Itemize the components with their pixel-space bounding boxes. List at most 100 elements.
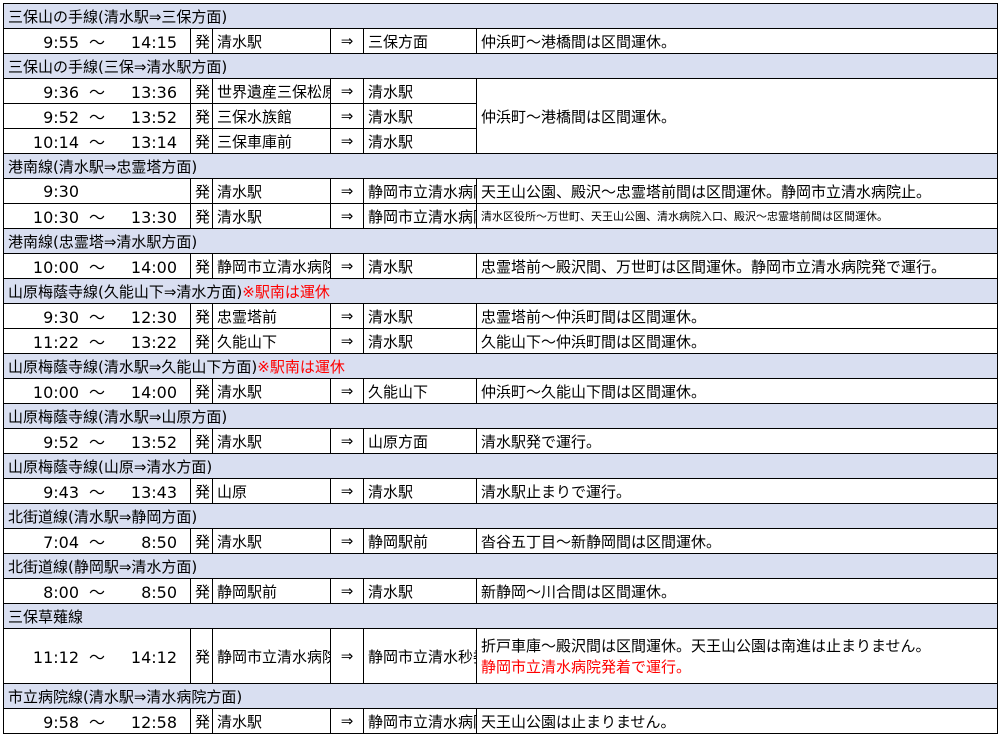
route-name: 三保山の手線(清水駅⇒三保方面) — [8, 7, 228, 26]
from-stop: 久能山下 — [212, 328, 331, 354]
departure-label: 発 — [190, 378, 213, 404]
from-stop: 静岡駅前 — [212, 578, 331, 604]
range-tilde: ～ — [88, 433, 105, 452]
departure-label: 発 — [190, 178, 213, 204]
arrow-icon: ⇒ — [330, 303, 364, 329]
departure-label: 発 — [190, 78, 213, 104]
service-note-highlight: 静岡市立清水病院発着で運行。 — [481, 658, 692, 676]
timetable: 三保山の手線(清水駅⇒三保方面) 9:55 ～ 14:15 発 清水駅 ⇒ 三保方面… — [3, 3, 998, 734]
service-note: 忠霊塔前～殿沢間、万世町は区間運休。静岡市立清水病院発で運行。 — [476, 253, 998, 279]
arrow-icon: ⇒ — [330, 528, 364, 554]
to-stop: 静岡市立清水病院 — [363, 203, 477, 229]
range-tilde: ～ — [88, 648, 105, 667]
from-stop: 清水駅 — [212, 378, 331, 404]
time-range: 9:52 ～ 13:52 — [3, 103, 191, 129]
from-stop: 清水駅 — [212, 708, 331, 734]
to-stop: 清水駅 — [363, 78, 477, 104]
range-tilde: ～ — [88, 208, 105, 227]
table-row: 9:30 ～ 12:30 発 忠霊塔前 ⇒ 清水駅 忠霊塔前～仲浜町間は区間運休。 — [3, 303, 998, 329]
arrow-icon: ⇒ — [330, 253, 364, 279]
end-time: 12:58 — [130, 713, 177, 732]
table-row: 9:58 ～ 12:58 発 清水駅 ⇒ 静岡市立清水病院 天王山公園は止まりません… — [3, 708, 998, 734]
time-range: 8:00 ～ 8:50 — [3, 578, 191, 604]
range-tilde: ～ — [88, 83, 105, 102]
service-note: 久能山下～仲浜町間は区間運休。 — [476, 328, 998, 354]
to-stop: 清水駅 — [363, 103, 477, 129]
start-time: 9:43 — [43, 483, 79, 502]
start-time: 9:55 — [43, 33, 79, 52]
section-title: 北街道線(静岡駅⇒清水方面) — [3, 553, 998, 579]
departure-label: 発 — [190, 428, 213, 454]
table-row: 11:22 ～ 13:22 発 久能山下 ⇒ 清水駅 久能山下～仲浜町間は区間運休。 — [3, 328, 998, 354]
arrow-icon: ⇒ — [330, 178, 364, 204]
route-name: 山原梅蔭寺線(久能山下⇒清水方面) — [8, 282, 243, 301]
service-note: 仲浜町～久能山下間は区間運休。 — [476, 378, 998, 404]
end-time: 13:36 — [130, 83, 177, 102]
service-note: 天王山公園は止まりません。 — [476, 708, 998, 734]
range-tilde: ～ — [88, 583, 105, 602]
table-row: 8:00 ～ 8:50 発 静岡駅前 ⇒ 清水駅 新静岡～川合間は区間運休。 — [3, 578, 998, 604]
service-note: 折戸車庫～殿沢間は区間運休。天王山公園は南進は止まりません。 静岡市立清水病院発着… — [476, 628, 998, 684]
arrow-icon: ⇒ — [330, 378, 364, 404]
section-header: 三保山の手線(三保⇒清水駅方面) — [3, 53, 998, 79]
time-range: 10:30 ～ 13:30 — [3, 203, 191, 229]
time-range: 7:04 ～ 8:50 — [3, 528, 191, 554]
to-stop: 静岡市立清水秒委員 — [363, 628, 477, 684]
time-range: 10:00 ～ 14:00 — [3, 253, 191, 279]
arrow-icon: ⇒ — [330, 428, 364, 454]
end-time: 13:52 — [130, 108, 177, 127]
time-range: 9:43 ～ 13:43 — [3, 478, 191, 504]
from-stop: 三保車庫前 — [212, 128, 331, 154]
departure-label: 発 — [190, 708, 213, 734]
table-row: 10:00 ～ 14:00 発 静岡市立清水病院 ⇒ 清水駅 忠霊塔前～殿沢間、万世… — [3, 253, 998, 279]
time-range: 9:58 ～ 12:58 — [3, 708, 191, 734]
table-row: 9:30 発 清水駅 ⇒ 静岡市立清水病院 天王山公園、殿沢～忠霊塔前間は区間運… — [3, 178, 998, 204]
departure-label: 発 — [190, 253, 213, 279]
to-stop: 清水駅 — [363, 303, 477, 329]
departure-label: 発 — [190, 578, 213, 604]
table-row: 9:36 ～ 13:36 発 世界遺産三保松原 ⇒ 清水駅 仲浜町～港橋間は区間運休… — [3, 78, 998, 154]
from-stop: 清水駅 — [212, 28, 331, 54]
departure-label: 発 — [190, 328, 213, 354]
section-title: 港南線(清水駅⇒忠霊塔方面) — [3, 153, 998, 179]
arrow-icon: ⇒ — [330, 328, 364, 354]
to-stop: 清水駅 — [363, 328, 477, 354]
section-header: 港南線(忠霊塔⇒清水駅方面) — [3, 228, 998, 254]
departure-label: 発 — [190, 103, 213, 129]
start-time: 9:30 — [43, 181, 79, 201]
start-time: 10:14 — [32, 133, 79, 152]
section-title: 山原梅蔭寺線(山原⇒清水方面) — [3, 453, 998, 479]
end-time: 14:00 — [130, 383, 177, 402]
service-note: 清水駅発で運行。 — [476, 428, 998, 454]
arrow-icon: ⇒ — [330, 103, 364, 129]
from-stop: 世界遺産三保松原 — [212, 78, 331, 104]
route-name: 市立病院線(清水駅⇒清水病院方面) — [8, 687, 243, 706]
table-row: 9:43 ～ 13:43 発 山原 ⇒ 清水駅 清水駅止まりで運行。 — [3, 478, 998, 504]
to-stop: 静岡駅前 — [363, 528, 477, 554]
arrow-icon: ⇒ — [330, 128, 364, 154]
start-time: 10:00 — [32, 383, 79, 402]
service-note: 沓谷五丁目～新静岡間は区間運休。 — [476, 528, 998, 554]
route-name: 港南線(清水駅⇒忠霊塔方面) — [8, 157, 198, 176]
end-time: 13:14 — [130, 133, 177, 152]
from-stop: 清水駅 — [212, 178, 331, 204]
range-tilde: ～ — [88, 483, 105, 502]
range-tilde: ～ — [88, 333, 105, 352]
to-stop: 山原方面 — [363, 428, 477, 454]
start-time: 9:52 — [43, 108, 79, 127]
to-stop: 清水駅 — [363, 578, 477, 604]
departure-label: 発 — [190, 128, 213, 154]
start-time: 11:22 — [32, 333, 79, 352]
range-tilde: ～ — [88, 133, 105, 152]
section-title: 三保山の手線(三保⇒清水駅方面) — [3, 53, 998, 79]
to-stop: 清水駅 — [363, 478, 477, 504]
table-row: 10:00 ～ 14:00 発 清水駅 ⇒ 久能山下 仲浜町～久能山下間は区間運休。 — [3, 378, 998, 404]
end-time: 13:43 — [130, 483, 177, 502]
service-note: 天王山公園、殿沢～忠霊塔前間は区間運休。静岡市立清水病院止。 — [476, 178, 998, 204]
range-tilde: ～ — [88, 533, 105, 552]
range-tilde: ～ — [88, 33, 105, 52]
section-header: 市立病院線(清水駅⇒清水病院方面) — [3, 683, 998, 709]
range-tilde: ～ — [88, 258, 105, 277]
arrow-icon: ⇒ — [330, 478, 364, 504]
end-time: 8:50 — [141, 533, 177, 552]
